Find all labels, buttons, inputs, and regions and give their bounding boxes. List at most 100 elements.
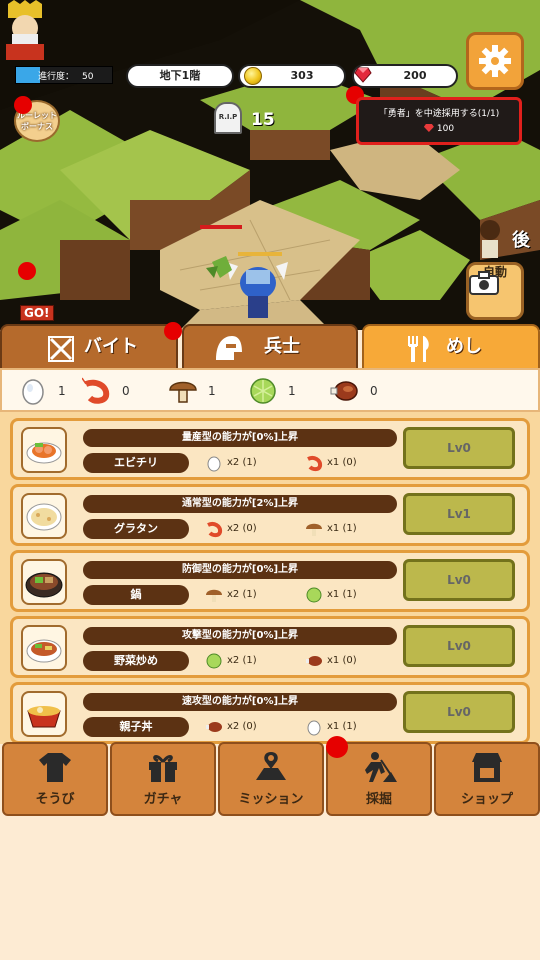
map-icon xyxy=(256,752,286,780)
gem-icon xyxy=(423,124,434,132)
recipe-effect: 速攻型の能力が[0%]上昇 xyxy=(83,693,397,711)
camera-icon xyxy=(469,271,499,295)
mushroom-count: 1 xyxy=(208,384,216,398)
ingredient-mushroom: 1 xyxy=(168,376,238,406)
recipe-effect: 攻撃型の能力が[0%]上昇 xyxy=(83,627,397,645)
progress-fill xyxy=(16,67,40,83)
shrimp-icon xyxy=(307,455,323,472)
recipe-requirement: x1 (1) xyxy=(305,718,385,736)
floor-indicator: 地下1階 xyxy=(126,64,234,88)
requirement-text: x1 (1) xyxy=(327,523,357,534)
quest-reward-value: 100 xyxy=(436,124,455,134)
recipe-row: 防御型の能力が[0%]上昇 鍋 x2 (1) x1 (1) Lv0 xyxy=(10,550,530,612)
notification-badge xyxy=(14,96,32,114)
nav-mission[interactable]: ミッション xyxy=(218,742,324,816)
recipe-requirement: x2 (1) xyxy=(205,454,285,472)
dish-icon xyxy=(21,559,67,605)
shirt-icon xyxy=(39,753,71,782)
quest-reward: 100 xyxy=(359,124,519,134)
mushroom-icon xyxy=(206,589,222,602)
recipe-requirement: x2 (0) xyxy=(205,718,285,736)
dish-icon xyxy=(21,427,67,473)
mushroom-icon xyxy=(169,381,197,403)
meat-count: 0 xyxy=(370,384,378,398)
gem-value: 200 xyxy=(403,69,427,82)
character-name: 後 xyxy=(512,230,530,251)
tab-food[interactable]: めし xyxy=(362,324,540,370)
progress-text: 進行度： 50 xyxy=(38,72,94,82)
requirement-text: x2 (0) xyxy=(227,721,257,732)
settings-button[interactable] xyxy=(466,32,524,90)
recipe-requirement: x2 (1) xyxy=(205,586,285,604)
recipe-requirement: x2 (0) xyxy=(205,520,285,538)
requirement-text: x2 (0) xyxy=(227,523,257,534)
requirement-text: x1 (0) xyxy=(327,457,357,468)
nav-gacha[interactable]: ガチャ xyxy=(110,742,216,816)
tab-bar: バイト 兵士 めし xyxy=(0,322,540,370)
requirement-text: x1 (0) xyxy=(327,655,357,666)
quest-text: 「勇者」を中途採用する(1/1) xyxy=(378,109,500,119)
dish-icon xyxy=(21,625,67,671)
nav-dig-label: 採掘 xyxy=(365,792,392,807)
recipe-name: 野菜炒め xyxy=(83,651,189,671)
recipe-requirement: x1 (0) xyxy=(305,454,385,472)
recipe-requirement: x1 (0) xyxy=(305,652,385,670)
dig-icon xyxy=(365,752,397,782)
recipe-name: 親子丼 xyxy=(83,717,189,737)
crossed-swords-icon xyxy=(48,336,74,362)
recipe-name: エビチリ xyxy=(83,453,189,473)
recipe-requirement: x1 (1) xyxy=(305,520,385,538)
recipe-requirement: x2 (1) xyxy=(205,652,285,670)
recipe-row: 通常型の能力が[2%]上昇 グラタン x2 (0) x1 (1) Lv1 xyxy=(10,484,530,546)
go-label[interactable]: GO! xyxy=(20,305,54,321)
auto-button[interactable]: 自動 xyxy=(466,262,524,320)
recipe-list: 量産型の能力が[0%]上昇 エビチリ x2 (1) x1 (0) Lv0 通常型… xyxy=(0,412,540,744)
ingredient-cabbage: 1 xyxy=(248,376,318,406)
recipe-row: 速攻型の能力が[0%]上昇 親子丼 x2 (0) x1 (1) Lv0 xyxy=(10,682,530,744)
meat-icon xyxy=(306,656,322,666)
notification-badge xyxy=(164,322,182,340)
tab-soldiers[interactable]: 兵士 xyxy=(182,324,358,370)
level-up-button[interactable]: Lv0 xyxy=(403,625,515,667)
nav-shop[interactable]: ショップ xyxy=(434,742,540,816)
dungeon-scene[interactable]: 進行度： 50 地下1階 303 200 ルーレット ボーナス R.I.P 15… xyxy=(0,0,540,330)
cabbage-icon xyxy=(206,653,222,669)
ingredient-bar: 1 0 1 1 0 xyxy=(0,368,540,412)
level-up-button[interactable]: Lv0 xyxy=(403,691,515,733)
level-up-button[interactable]: Lv1 xyxy=(403,493,515,535)
coin-icon xyxy=(244,67,262,85)
death-count: 15 xyxy=(251,110,275,130)
coin-value: 303 xyxy=(290,69,314,82)
shrimp-icon xyxy=(82,377,110,404)
bonus-label: ボーナス xyxy=(21,122,53,131)
coin-counter: 303 xyxy=(238,64,346,88)
requirement-text: x2 (1) xyxy=(227,457,257,468)
requirement-text: x2 (1) xyxy=(227,589,257,600)
nav-equipment[interactable]: そうび xyxy=(2,742,108,816)
recipe-row: 攻撃型の能力が[0%]上昇 野菜炒め x2 (1) x1 (0) Lv0 xyxy=(10,616,530,678)
king-npc-icon[interactable] xyxy=(0,0,50,62)
gift-icon xyxy=(149,755,177,782)
nav-shop-label: ショップ xyxy=(460,792,513,807)
requirement-text: x2 (1) xyxy=(227,655,257,666)
gem-icon xyxy=(354,67,372,83)
cabbage-icon xyxy=(250,378,276,404)
nav-mission-label: ミッション xyxy=(238,792,304,807)
dungeon-terrain xyxy=(0,0,540,330)
fork-knife-icon xyxy=(408,336,429,362)
game-screen: 進行度： 50 地下1階 303 200 ルーレット ボーナス R.I.P 15… xyxy=(0,0,540,960)
cabbage-count: 1 xyxy=(288,384,296,398)
shrimp-count: 0 xyxy=(122,384,130,398)
level-up-button[interactable]: Lv0 xyxy=(403,427,515,469)
nav-equipment-label: そうび xyxy=(35,792,75,807)
tab-part-time[interactable]: バイト xyxy=(0,324,178,370)
quest-banner[interactable]: 「勇者」を中途採用する(1/1) 100 xyxy=(356,97,522,145)
tab-soldiers-label: 兵士 xyxy=(264,336,300,357)
helmet-icon xyxy=(216,336,242,360)
empty-footer xyxy=(0,818,540,960)
requirement-text: x1 (1) xyxy=(327,589,357,600)
ingredient-egg: 1 xyxy=(18,376,88,406)
ingredient-shrimp: 0 xyxy=(82,376,152,406)
recipe-requirement: x1 (1) xyxy=(305,586,385,604)
level-up-button[interactable]: Lv0 xyxy=(403,559,515,601)
